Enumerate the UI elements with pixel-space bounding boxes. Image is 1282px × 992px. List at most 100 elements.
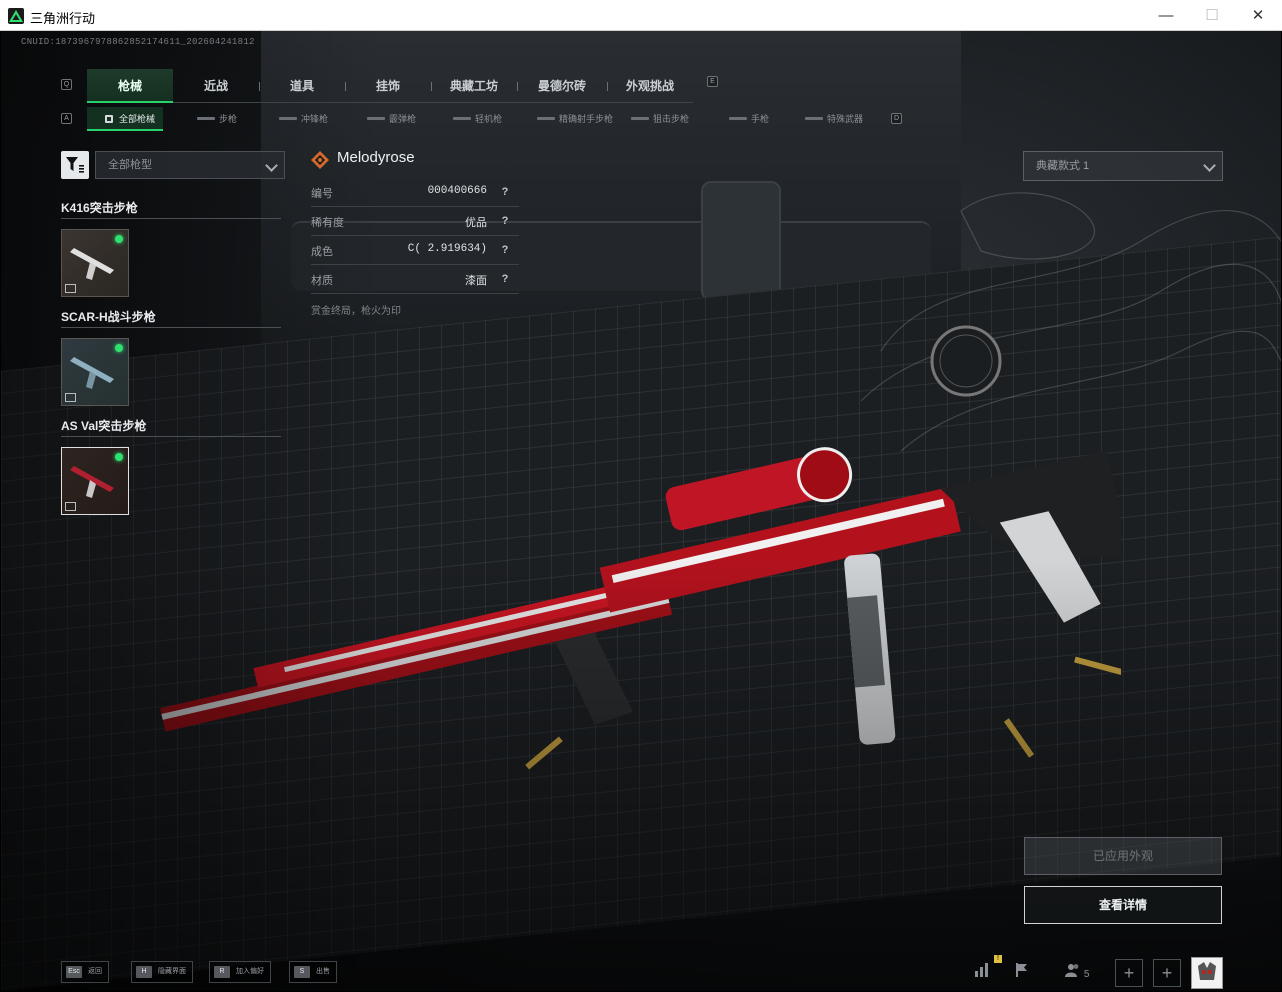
- info-value: C( 2.919634): [407, 243, 487, 255]
- subtab-marksman[interactable]: 精确射手步枪: [535, 107, 613, 131]
- minimize-button[interactable]: —: [1143, 0, 1189, 31]
- rifle-icon: [197, 117, 215, 120]
- game-viewport: CNUID:1873967978862852174611_20260424181…: [1, 31, 1281, 991]
- subtab-label: 霰弹枪: [389, 114, 417, 124]
- friends-button[interactable]: 5: [1057, 959, 1097, 987]
- add-teammate-slot-2[interactable]: +: [1153, 959, 1181, 987]
- window-title: 三角洲行动: [30, 11, 96, 26]
- notification-badge: !: [994, 955, 1002, 963]
- subtab-label: 特殊武器: [827, 114, 864, 124]
- subtab-shotgun[interactable]: 霰弹枪: [365, 107, 416, 131]
- hint-label: 隐藏界面: [158, 968, 186, 975]
- flag-button[interactable]: [1005, 959, 1039, 987]
- help-icon[interactable]: ?: [499, 244, 511, 256]
- tab-charms[interactable]: 挂饰: [345, 69, 431, 103]
- subtab-rifles[interactable]: 步枪: [195, 107, 237, 131]
- special-weapon-icon: [805, 117, 823, 120]
- info-label: 编号: [311, 188, 333, 200]
- lmg-icon: [453, 117, 471, 120]
- info-label: 材质: [311, 275, 333, 287]
- sniper-rifle-icon: [631, 117, 649, 120]
- skin-info-row-wear: 成色 C( 2.919634) ?: [311, 237, 519, 265]
- hint-label: 返回: [88, 968, 102, 975]
- help-icon[interactable]: ?: [499, 186, 511, 198]
- info-value: 漆面: [465, 276, 487, 288]
- avatar-image: [1192, 958, 1222, 988]
- tab-melee[interactable]: 近战: [173, 69, 259, 103]
- subtab-special[interactable]: 特殊武器: [803, 107, 863, 131]
- back-hint-button[interactable]: Esc 返回: [61, 961, 109, 983]
- weapon-group-title: AS Val突击步枪: [61, 417, 281, 437]
- subtab-pistol[interactable]: 手枪: [727, 107, 769, 131]
- subtab-label: 精确射手步枪: [559, 114, 614, 124]
- view-details-button[interactable]: 查看详情: [1024, 886, 1222, 924]
- tab-firearms[interactable]: 枪械: [87, 69, 173, 103]
- main-tab-bar: 枪械 近战 道具 挂饰 典藏工坊 曼德尔砖 外观挑战: [87, 69, 693, 103]
- weapon-group-title: K416突击步枪: [61, 199, 281, 219]
- subtab-prev-key-hint: A: [61, 113, 72, 124]
- info-value: 优品: [465, 218, 487, 230]
- subtab-all-firearms[interactable]: 全部枪械: [87, 107, 164, 131]
- friends-icon: [1064, 964, 1078, 977]
- help-icon[interactable]: ?: [499, 273, 511, 285]
- add-favorite-hint-button[interactable]: R 加入偏好: [209, 961, 271, 983]
- equipped-indicator: [115, 344, 123, 352]
- subtab-label: 冲锋枪: [301, 114, 329, 124]
- weapon-group-k416: K416突击步枪: [61, 199, 281, 299]
- subtab-label: 轻机枪: [475, 114, 503, 124]
- uid-watermark: CNUID:1873967978862852174611_20260424181…: [21, 37, 255, 47]
- subtab-label: 手枪: [751, 114, 770, 124]
- info-value: 000400666: [427, 185, 487, 197]
- hide-ui-hint-button[interactable]: H 隐藏界面: [131, 961, 193, 983]
- info-label: 稀有度: [311, 217, 344, 229]
- applied-appearance-button[interactable]: 已应用外观: [1024, 837, 1222, 875]
- subtab-next-key-hint: D: [891, 113, 902, 124]
- collection-style-dropdown[interactable]: 典藏款式 1: [1023, 151, 1223, 181]
- bar-chart-icon: [975, 963, 988, 977]
- close-button[interactable]: ✕: [1235, 0, 1281, 31]
- hint-label: 加入偏好: [236, 968, 264, 975]
- skin-info-row-serial: 编号 000400666 ?: [311, 179, 519, 207]
- weapon-class-tab-bar: 全部枪械 步枪 冲锋枪 霰弹枪 轻机枪 精确射手步枪 狙击步枪 手枪 特殊武器: [87, 107, 887, 131]
- help-icon[interactable]: ?: [499, 215, 511, 227]
- subtab-smg[interactable]: 冲锋枪: [277, 107, 328, 131]
- equipped-indicator: [115, 453, 123, 461]
- smg-icon: [279, 117, 297, 120]
- filter-button[interactable]: [61, 151, 89, 179]
- hint-label: 出售: [316, 968, 330, 975]
- tab-appearance-challenge[interactable]: 外观挑战: [607, 69, 693, 103]
- subtab-label: 全部枪械: [119, 114, 156, 124]
- tab-collection-workshop[interactable]: 典藏工坊: [431, 69, 517, 103]
- info-label: 成色: [311, 246, 333, 258]
- app-logo-icon: [8, 8, 24, 24]
- subtab-label: 步枪: [219, 114, 238, 124]
- flag-icon: [1016, 963, 1027, 977]
- sell-hint-button[interactable]: S 出售: [289, 961, 337, 983]
- filter-icon: [66, 157, 84, 173]
- skin-thumbnail-selected[interactable]: [61, 447, 129, 515]
- player-avatar[interactable]: [1191, 957, 1223, 989]
- key-esc: Esc: [66, 966, 82, 978]
- tab-items[interactable]: 道具: [259, 69, 345, 103]
- skin-badge-icon: [65, 502, 76, 511]
- skin-badge-icon: [65, 284, 76, 293]
- skin-name: Melodyrose: [337, 149, 415, 166]
- weapon-group-title: SCAR-H战斗步枪: [61, 308, 281, 328]
- weapon-group-scar-h: SCAR-H战斗步枪: [61, 308, 281, 408]
- weapon-type-dropdown-value: 全部枪型: [108, 159, 152, 171]
- stats-button[interactable]: [965, 959, 999, 987]
- subtab-sniper[interactable]: 狙击步枪: [629, 107, 689, 131]
- grid-icon: [105, 115, 113, 123]
- key-r: R: [214, 966, 230, 978]
- shotgun-icon: [367, 117, 385, 120]
- maximize-button[interactable]: ☐: [1189, 0, 1235, 31]
- skin-thumbnail[interactable]: [61, 229, 129, 297]
- tab-mandel-brick[interactable]: 曼德尔砖: [517, 69, 607, 103]
- weapon-type-dropdown[interactable]: 全部枪型: [95, 151, 285, 179]
- rifle-thumbnail-icon: [70, 466, 114, 498]
- subtab-lmg[interactable]: 轻机枪: [451, 107, 502, 131]
- skin-thumbnail[interactable]: [61, 338, 129, 406]
- bottom-bar: Esc 返回 H 隐藏界面 R 加入偏好 S 出售 ! 5 + +: [1, 955, 1281, 991]
- tab-prev-key-hint: Q: [61, 79, 72, 90]
- add-teammate-slot-1[interactable]: +: [1115, 959, 1143, 987]
